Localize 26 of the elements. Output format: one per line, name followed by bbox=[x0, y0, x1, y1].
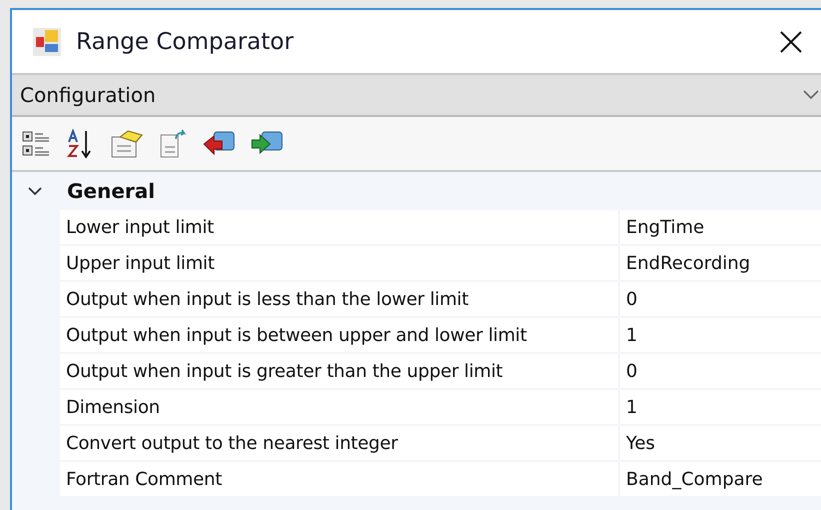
window-title: Range Comparator bbox=[76, 28, 295, 54]
property-value[interactable]: Band_Compare bbox=[620, 462, 821, 496]
property-value[interactable]: Yes bbox=[620, 426, 821, 460]
chevron-down-icon[interactable] bbox=[803, 90, 819, 100]
property-name[interactable]: Output when input is greater than the upper limit bbox=[60, 354, 618, 388]
property-name[interactable]: Dimension bbox=[60, 390, 618, 424]
property-name[interactable]: Lower input limit bbox=[60, 210, 618, 244]
property-value[interactable]: 1 bbox=[620, 390, 821, 424]
property-name[interactable]: Fortran Comment bbox=[60, 462, 618, 496]
property-name[interactable]: Upper input limit bbox=[60, 246, 618, 280]
arrow-left-icon[interactable] bbox=[202, 130, 236, 158]
categorized-view-icon[interactable] bbox=[22, 128, 52, 158]
property-name[interactable]: Output when input is less than the lower limit bbox=[60, 282, 618, 316]
grid-icon bbox=[32, 26, 62, 56]
property-value[interactable]: EngTime bbox=[620, 210, 821, 244]
object-selector-dropdown[interactable]: Configuration bbox=[12, 73, 821, 117]
property-value[interactable]: EndRecording bbox=[620, 246, 821, 280]
property-value[interactable]: 0 bbox=[620, 354, 821, 388]
close-icon[interactable] bbox=[779, 30, 803, 54]
property-name[interactable]: Output when input is between upper and lower limit bbox=[60, 318, 618, 352]
property-value[interactable]: 1 bbox=[620, 318, 821, 352]
property-value[interactable]: 0 bbox=[620, 282, 821, 316]
category-header: General bbox=[67, 179, 155, 203]
property-pages-icon[interactable] bbox=[110, 128, 144, 158]
document-icon[interactable] bbox=[158, 128, 188, 158]
property-name[interactable]: Convert output to the nearest integer bbox=[60, 426, 618, 460]
